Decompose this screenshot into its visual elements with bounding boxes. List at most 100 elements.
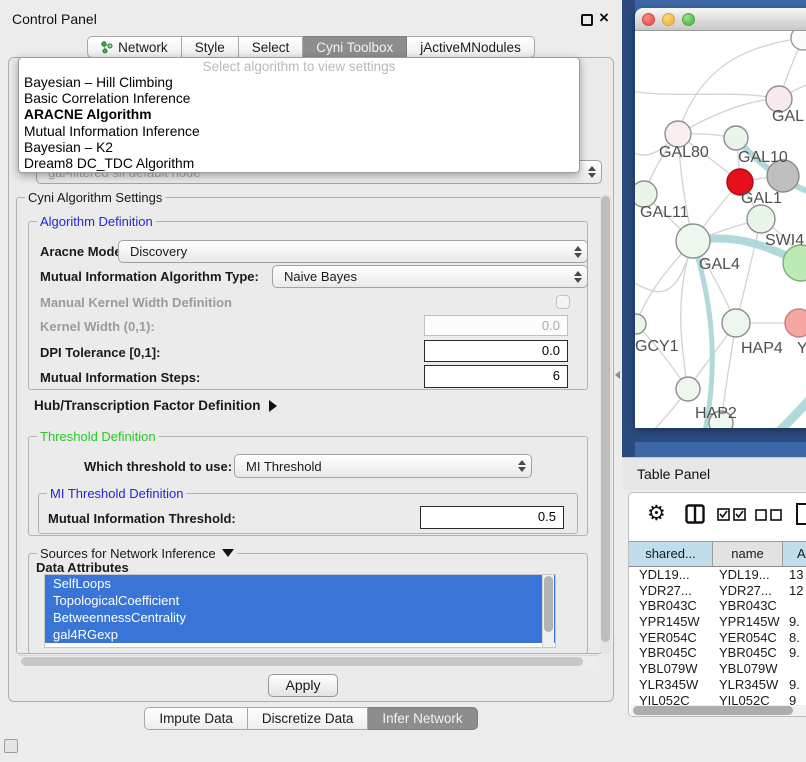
node-label-gal11: GAL11 bbox=[640, 204, 689, 221]
node-salmon[interactable] bbox=[785, 309, 806, 337]
mi-threshold-field[interactable]: 0.5 bbox=[420, 506, 564, 529]
attribute-item[interactable]: gal4RGexp bbox=[45, 626, 555, 643]
unchecked-boxes-icon[interactable] bbox=[755, 509, 783, 521]
table-row[interactable]: YDL19...YDL19...13 bbox=[629, 567, 806, 583]
attribute-item[interactable]: BetweennessCentrality bbox=[45, 609, 555, 626]
node-label-gal4: GAL4 bbox=[699, 256, 740, 273]
node-gal4[interactable] bbox=[676, 224, 710, 258]
control-panel-tabs: Network Style SelectCyni ToolboxjActiveMNo… bbox=[0, 36, 622, 58]
aracne-mode-label: Aracne Mode: bbox=[40, 244, 126, 259]
mi-threshold-label: Mutual Information Threshold: bbox=[48, 511, 236, 526]
table-cell: YIL052C bbox=[713, 693, 783, 706]
tab-label: Style bbox=[195, 40, 225, 55]
attributes-scrollbar[interactable] bbox=[542, 575, 554, 647]
table-row[interactable]: YLR345WYLR345W9. bbox=[629, 677, 806, 693]
algorithm-option[interactable]: Dream8 DC_TDC Algorithm bbox=[19, 156, 579, 172]
hub-definition-label: Hub/Transcription Factor Definition bbox=[34, 398, 261, 413]
attribute-item[interactable]: TopologicalCoefficient bbox=[45, 592, 555, 609]
column-header[interactable]: name bbox=[713, 542, 783, 566]
settings-vertical-scrollbar[interactable] bbox=[600, 194, 611, 654]
algorithm-option[interactable]: Mutual Information Inference bbox=[19, 124, 579, 140]
split-pane-collapse-icon[interactable] bbox=[615, 371, 620, 379]
sources-legend-text: Sources for Network Inference bbox=[40, 546, 216, 561]
table-row[interactable]: YBR045CYBR045C9. bbox=[629, 645, 806, 661]
table-horizontal-scrollbar[interactable] bbox=[631, 705, 806, 716]
network-canvas[interactable]: GALGAL80GAL10GAL1GAL11SWI4GAL4GCY1HAP4YH… bbox=[635, 31, 806, 428]
control-panel: Control Panel × Network Style SelectCyni T… bbox=[0, 0, 622, 762]
tab-style[interactable]: Style bbox=[182, 36, 239, 58]
algorithm-option[interactable]: Bayesian – K2 bbox=[19, 140, 579, 156]
table-cell bbox=[783, 598, 806, 614]
dpi-tolerance-label: DPI Tolerance [0,1]: bbox=[40, 345, 160, 360]
table-cell: YIL052C bbox=[629, 693, 713, 706]
hub-definition-toggle[interactable]: Hub/Transcription Factor Definition bbox=[34, 398, 277, 413]
node-hap2[interactable] bbox=[676, 377, 700, 401]
table-cell: YER054C bbox=[629, 630, 713, 646]
bottom-left-icon[interactable] bbox=[4, 739, 18, 753]
node-hap4[interactable] bbox=[722, 309, 750, 337]
table-panel-titlebar: Table Panel bbox=[622, 457, 806, 490]
table-row[interactable]: YBL079WYBL079W bbox=[629, 661, 806, 677]
table-toolbar: ⚙ bbox=[629, 493, 806, 539]
tab-jactivemnodules[interactable]: jActiveMNodules bbox=[407, 36, 535, 58]
dpi-tolerance-field[interactable]: 0.0 bbox=[424, 340, 568, 362]
zoom-traffic-light-icon[interactable] bbox=[682, 13, 695, 26]
column-header[interactable]: shared... bbox=[629, 542, 713, 566]
table-header-row: shared...nameA bbox=[629, 541, 806, 567]
node-label-swi4: SWI4 bbox=[765, 232, 804, 249]
which-threshold-select[interactable]: MI Threshold bbox=[234, 454, 532, 478]
manual-kernel-checkbox[interactable] bbox=[556, 295, 570, 309]
table-cell: YDR27... bbox=[629, 583, 713, 599]
table-row[interactable]: YBR043CYBR043C bbox=[629, 598, 806, 614]
sources-legend[interactable]: Sources for Network Inference bbox=[37, 546, 237, 561]
algorithm-option[interactable]: Basic Correlation Inference bbox=[19, 91, 579, 107]
aracne-mode-select[interactable]: Discovery bbox=[118, 240, 588, 263]
table-row[interactable]: YER054CYER054C8. bbox=[629, 630, 806, 646]
algorithm-option[interactable]: ARACNE Algorithm bbox=[19, 107, 579, 123]
node-big-green[interactable] bbox=[783, 245, 806, 281]
table-cell: YBR043C bbox=[713, 598, 783, 614]
document-icon[interactable] bbox=[795, 502, 806, 526]
table-row[interactable]: YDR27...YDR27...12 bbox=[629, 583, 806, 599]
attribute-item[interactable]: SelfLoops bbox=[45, 575, 555, 592]
tab-cyni-toolbox[interactable]: Cyni Toolbox bbox=[303, 36, 407, 58]
float-window-icon[interactable] bbox=[581, 14, 593, 26]
bottom-tab-discretize-data[interactable]: Discretize Data bbox=[248, 707, 369, 730]
apply-button[interactable]: Apply bbox=[268, 674, 338, 697]
network-edge bbox=[681, 241, 693, 389]
algorithm-option[interactable]: Bayesian – Hill Climbing bbox=[19, 75, 579, 91]
close-traffic-light-icon[interactable] bbox=[642, 13, 655, 26]
network-view-window[interactable]: GALGAL80GAL10GAL1GAL11SWI4GAL4GCY1HAP4YH… bbox=[635, 8, 806, 428]
kernel-width-field[interactable]: 0.0 bbox=[424, 315, 568, 336]
bottom-tab-impute-data[interactable]: Impute Data bbox=[144, 707, 248, 730]
node-label-gcy1: GCY1 bbox=[635, 338, 679, 355]
network-window-titlebar[interactable] bbox=[635, 8, 806, 31]
data-attributes-list[interactable]: SelfLoopsTopologicalCoefficientBetweenne… bbox=[44, 574, 556, 648]
settings-horizontal-scrollbar[interactable] bbox=[18, 655, 598, 667]
control-panel-title: Control Panel bbox=[12, 11, 97, 27]
node-swi4[interactable] bbox=[747, 205, 775, 233]
tab-network[interactable]: Network bbox=[87, 36, 182, 58]
tab-select[interactable]: Select bbox=[239, 36, 304, 58]
node-left-small[interactable] bbox=[635, 314, 646, 334]
node-top-partial[interactable] bbox=[791, 31, 806, 50]
split-columns-icon[interactable] bbox=[685, 504, 705, 524]
node-label-y: Y bbox=[797, 340, 806, 357]
table-cell: 8. bbox=[783, 630, 806, 646]
column-header[interactable]: A bbox=[783, 542, 806, 566]
checked-boxes-icon[interactable] bbox=[717, 508, 747, 521]
network-icon bbox=[101, 41, 113, 54]
minimize-traffic-light-icon[interactable] bbox=[662, 13, 675, 26]
mi-type-select[interactable]: Naive Bayes bbox=[272, 265, 588, 288]
gear-icon[interactable]: ⚙ bbox=[647, 501, 666, 525]
node-gal10[interactable] bbox=[724, 126, 748, 150]
close-icon[interactable]: × bbox=[599, 8, 609, 28]
mi-type-label: Mutual Information Algorithm Type: bbox=[40, 269, 259, 284]
table-cell: YER054C bbox=[713, 630, 783, 646]
mi-type-value: Naive Bayes bbox=[273, 269, 569, 284]
mi-steps-field[interactable]: 6 bbox=[424, 365, 568, 388]
table-row[interactable]: YIL052CYIL052C9 bbox=[629, 693, 806, 706]
bottom-tab-infer-network[interactable]: Infer Network bbox=[368, 707, 477, 730]
table-row[interactable]: YPR145WYPR145W9. bbox=[629, 614, 806, 630]
control-panel-titlebar: Control Panel × bbox=[0, 5, 622, 32]
